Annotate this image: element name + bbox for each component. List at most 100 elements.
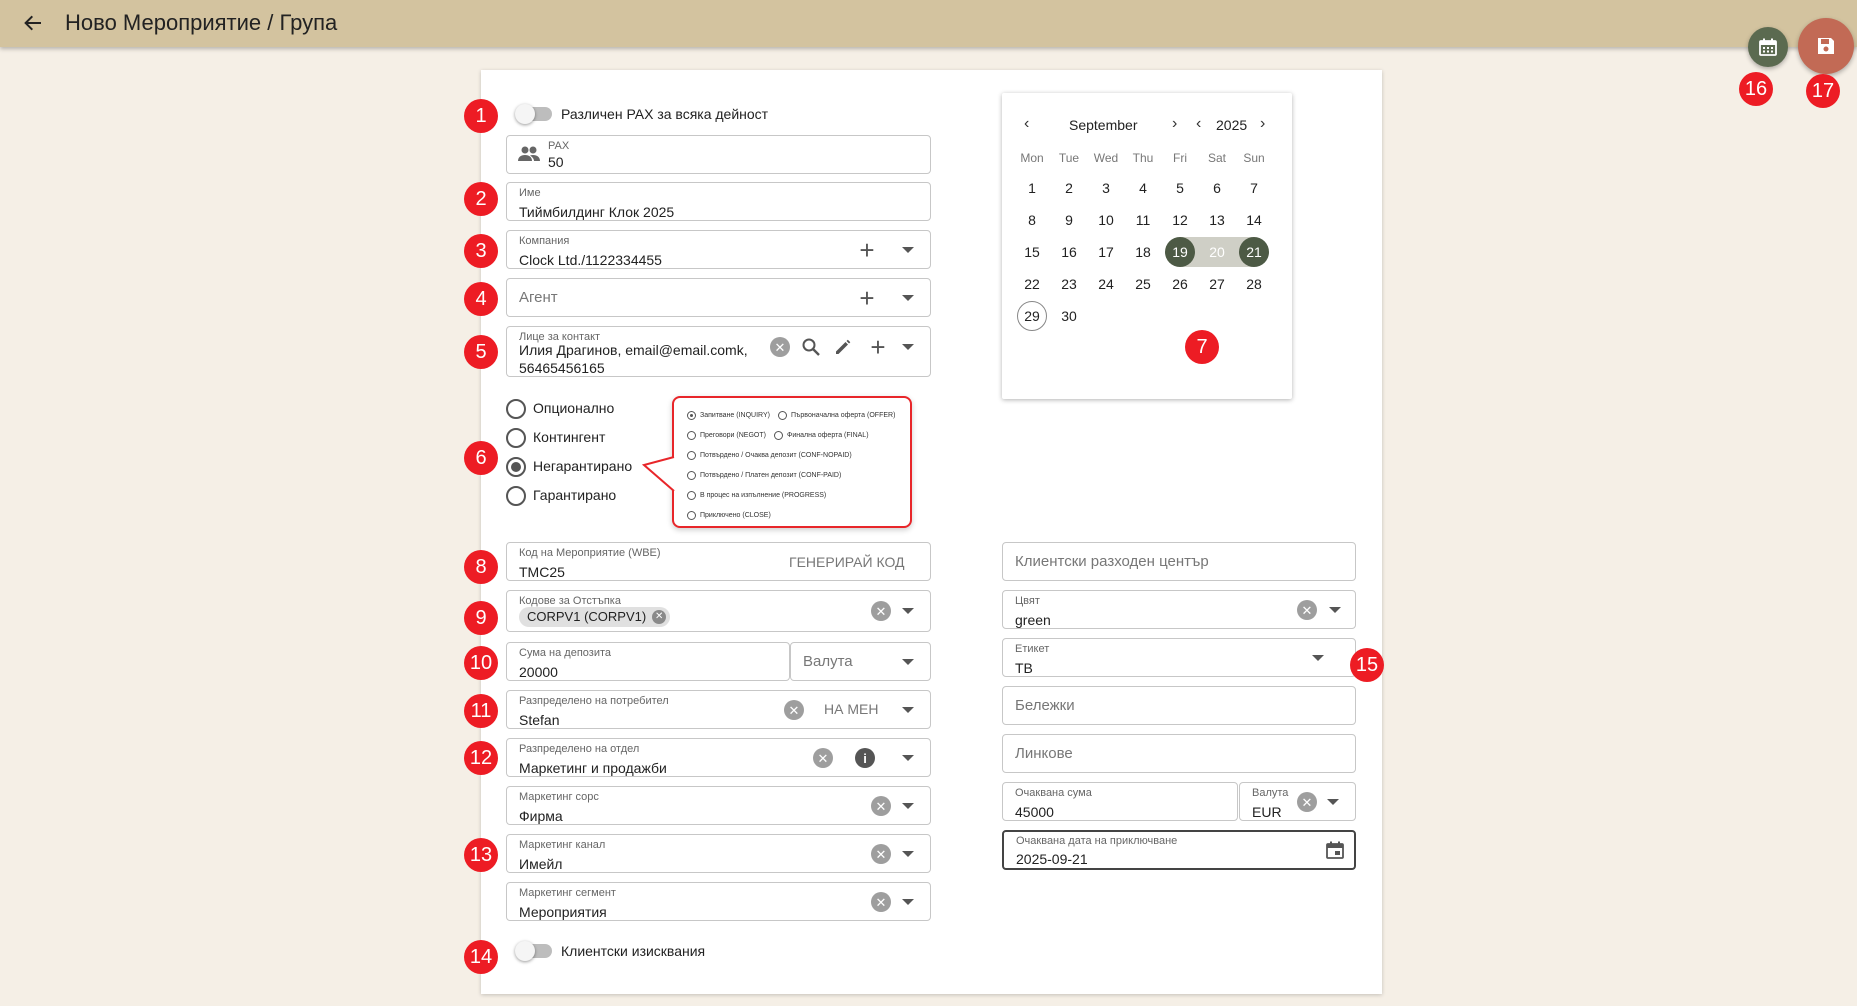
generate-code-button[interactable]: ГЕНЕРИРАЙ КОД: [789, 554, 905, 570]
discount-code-chip[interactable]: CORPV1 (CORPV1) ✕: [519, 607, 671, 627]
discount-codes-field[interactable]: Кодове за Отстъпка CORPV1 (CORPV1) ✕ ✕: [506, 590, 931, 632]
clear-icon[interactable]: ✕: [871, 601, 891, 621]
calendar-day[interactable]: 15: [1017, 237, 1047, 267]
contact-field[interactable]: Лице за контакт Илия Драгинов, email@ema…: [506, 326, 931, 377]
assigned-department-field[interactable]: Разпределено на отдел Маркетинг и продаж…: [506, 738, 931, 777]
clear-icon[interactable]: ✕: [784, 700, 804, 720]
assign-to-me-button[interactable]: НА МЕН: [824, 701, 878, 717]
calendar-day[interactable]: 29: [1017, 301, 1047, 331]
calendar-day[interactable]: 16: [1054, 237, 1084, 267]
chevron-down-icon[interactable]: [1311, 653, 1325, 663]
radio-guaranteed[interactable]: [506, 486, 526, 506]
edit-icon[interactable]: [831, 335, 855, 359]
calendar-day[interactable]: 5: [1165, 173, 1195, 203]
different-pax-toggle[interactable]: [515, 104, 552, 124]
marketing-segment-field[interactable]: Маркетинг сегмент Мероприятия ✕: [506, 882, 931, 921]
calendar-day[interactable]: 3: [1091, 173, 1121, 203]
event-code-field[interactable]: Код на Мероприятие (WBE) TMC25 ГЕНЕРИРАЙ…: [506, 542, 931, 581]
status-option[interactable]: Потвърдено / Очаква депозит (CONF-NOPAID…: [687, 451, 852, 460]
color-field[interactable]: Цвят green ✕: [1002, 590, 1356, 629]
add-contact-icon[interactable]: +: [866, 331, 890, 363]
calendar-year[interactable]: 2025: [1216, 117, 1247, 133]
clear-icon[interactable]: ✕: [1297, 792, 1317, 812]
client-cost-center-field[interactable]: Клиентски разходен център: [1002, 542, 1356, 581]
clear-icon[interactable]: ✕: [813, 748, 833, 768]
pax-field[interactable]: PAX 50: [506, 135, 931, 174]
calendar-day[interactable]: 1: [1017, 173, 1047, 203]
expected-amount-field[interactable]: Очаквана сума 45000: [1002, 782, 1238, 821]
add-company-icon[interactable]: +: [855, 233, 879, 267]
chevron-down-icon[interactable]: [901, 293, 915, 303]
calendar-day[interactable]: 8: [1017, 205, 1047, 235]
chevron-down-icon[interactable]: [901, 342, 915, 352]
company-field[interactable]: Компания Clock Ltd./1122334455 +: [506, 230, 931, 269]
radio-contingent[interactable]: [506, 428, 526, 448]
prev-year-icon[interactable]: ‹: [1196, 115, 1201, 133]
clear-icon[interactable]: ✕: [1297, 600, 1317, 620]
calendar-day[interactable]: 4: [1128, 173, 1158, 203]
deposit-currency-select[interactable]: Валута: [790, 642, 931, 681]
save-button[interactable]: [1798, 18, 1854, 74]
status-option[interactable]: Приключено (CLOSE): [687, 511, 771, 520]
assigned-user-field[interactable]: Разпределено на потребител Stefan ✕ НА М…: [506, 690, 931, 729]
status-option[interactable]: Първоначална оферта (OFFER): [778, 411, 895, 420]
chevron-down-icon[interactable]: [901, 657, 915, 667]
expected-close-date-field[interactable]: Очаквана дата на приключване 2025-09-21: [1002, 830, 1356, 870]
search-icon[interactable]: [799, 335, 823, 359]
add-agent-icon[interactable]: +: [855, 281, 879, 315]
calendar-day[interactable]: 24: [1091, 269, 1121, 299]
name-field[interactable]: Име Тиймбилдинг Клок 2025: [506, 182, 931, 221]
calendar-day[interactable]: 10: [1091, 205, 1121, 235]
calendar-day[interactable]: 22: [1017, 269, 1047, 299]
calendar-day[interactable]: 19: [1165, 237, 1195, 267]
chevron-down-icon[interactable]: [901, 245, 915, 255]
agent-field[interactable]: Агент +: [506, 278, 931, 317]
calendar-day[interactable]: 25: [1128, 269, 1158, 299]
calendar-day[interactable]: 7: [1239, 173, 1269, 203]
radio-not-guaranteed[interactable]: [506, 457, 526, 477]
chevron-down-icon[interactable]: [901, 753, 915, 763]
calendar-day[interactable]: 11: [1128, 205, 1158, 235]
calendar-day[interactable]: 23: [1054, 269, 1084, 299]
marketing-channel-field[interactable]: Маркетинг канал Имейл ✕: [506, 834, 931, 873]
calendar-day[interactable]: 17: [1091, 237, 1121, 267]
next-year-icon[interactable]: ›: [1260, 115, 1265, 133]
status-option[interactable]: В процес на изпълнение (PROGRESS): [687, 491, 826, 500]
links-field[interactable]: Линкове: [1002, 734, 1356, 773]
calendar-day[interactable]: 2: [1054, 173, 1084, 203]
status-option[interactable]: Потвърдено / Платен депозит (CONF-PAID): [687, 471, 841, 480]
calendar-day[interactable]: 20: [1202, 237, 1232, 267]
calendar-day[interactable]: 9: [1054, 205, 1084, 235]
status-option[interactable]: Преговори (NEGOT): [687, 431, 766, 440]
chevron-down-icon[interactable]: [1326, 797, 1340, 807]
status-option[interactable]: Финална оферта (FINAL): [774, 431, 869, 440]
calendar-day[interactable]: 21: [1239, 237, 1269, 267]
calendar-day[interactable]: 13: [1202, 205, 1232, 235]
marketing-source-field[interactable]: Маркетинг сорс Фирма ✕: [506, 786, 931, 825]
calendar-view-button[interactable]: [1748, 27, 1788, 67]
expected-currency-select[interactable]: Валута EUR ✕: [1239, 782, 1356, 821]
calendar-day[interactable]: 30: [1054, 301, 1084, 331]
radio-optional[interactable]: [506, 399, 526, 419]
chevron-down-icon[interactable]: [901, 849, 915, 859]
calendar-icon[interactable]: [1324, 839, 1346, 861]
chevron-down-icon[interactable]: [1328, 605, 1342, 615]
chevron-down-icon[interactable]: [901, 705, 915, 715]
chevron-down-icon[interactable]: [901, 897, 915, 907]
clear-icon[interactable]: ✕: [871, 892, 891, 912]
next-month-icon[interactable]: ›: [1172, 115, 1177, 133]
back-arrow-icon[interactable]: [18, 8, 48, 38]
calendar-month[interactable]: September: [1069, 117, 1137, 133]
calendar-day[interactable]: 12: [1165, 205, 1195, 235]
calendar-day[interactable]: 6: [1202, 173, 1232, 203]
info-icon[interactable]: i: [855, 748, 875, 768]
client-requirements-toggle[interactable]: [515, 941, 552, 961]
calendar-day[interactable]: 28: [1239, 269, 1269, 299]
calendar-day[interactable]: 26: [1165, 269, 1195, 299]
calendar-day[interactable]: 27: [1202, 269, 1232, 299]
notes-field[interactable]: Бележки: [1002, 686, 1356, 725]
status-option[interactable]: Запитване (INQUIRY): [687, 411, 770, 420]
calendar-day[interactable]: 18: [1128, 237, 1158, 267]
chevron-down-icon[interactable]: [901, 801, 915, 811]
calendar-day[interactable]: 14: [1239, 205, 1269, 235]
